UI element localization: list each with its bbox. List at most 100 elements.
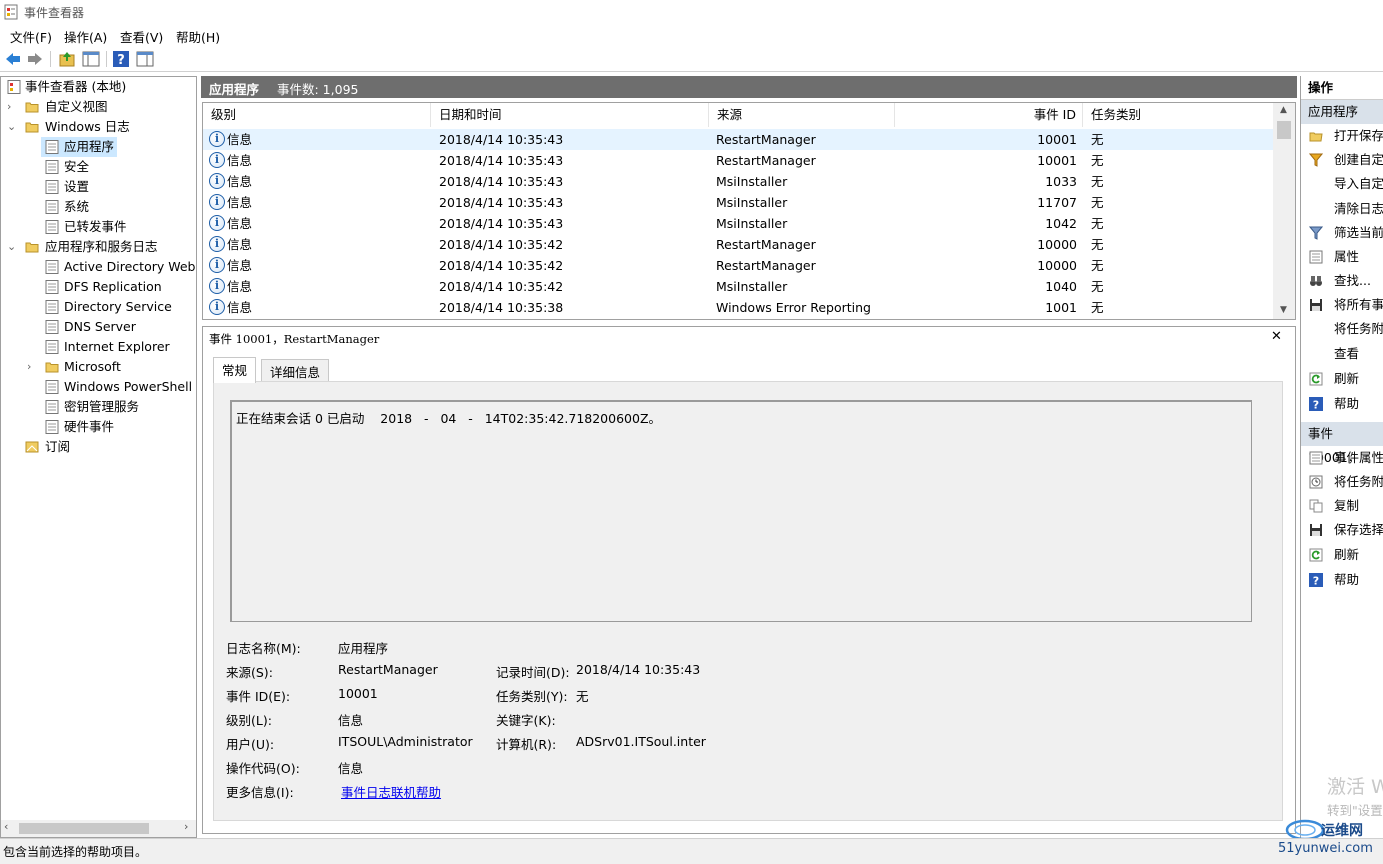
table-row[interactable]: i 信息 2018/4/14 10:35:43 RestartManager 1… bbox=[203, 129, 1273, 150]
action-attach-task[interactable]: 将任务附 bbox=[1301, 317, 1383, 341]
up-folder-icon[interactable] bbox=[58, 50, 76, 68]
field-label: 级别(L): bbox=[226, 713, 272, 728]
close-icon[interactable]: ✕ bbox=[1271, 329, 1282, 344]
action-save-all-events[interactable]: 将所有事 bbox=[1301, 293, 1383, 317]
filter-icon bbox=[1309, 153, 1323, 167]
action-properties[interactable]: 属性 bbox=[1301, 245, 1383, 269]
tree-item-key-management[interactable]: 密钥管理服务 bbox=[41, 397, 191, 417]
menu-bar: 文件(F) 操作(A) 查看(V) 帮助(H) bbox=[0, 24, 1383, 46]
table-row[interactable]: i 信息 2018/4/14 10:35:38 Windows Error Re… bbox=[203, 297, 1273, 318]
scrollbar-thumb[interactable] bbox=[19, 823, 149, 834]
event-message-box[interactable]: 正在结束会话 0 已启动 2018 - 04 - 14T02:35:42.718… bbox=[230, 400, 1252, 622]
tree-item-windows-logs[interactable]: ⌄ Windows 日志 bbox=[5, 117, 195, 137]
action-attach-task-event[interactable]: 将任务附 bbox=[1301, 470, 1383, 494]
tree-item-hardware-events[interactable]: 硬件事件 bbox=[41, 417, 191, 437]
collapse-chevron-icon[interactable]: ⌄ bbox=[7, 117, 16, 137]
tree-item-microsoft[interactable]: › Microsoft bbox=[23, 357, 191, 377]
table-row[interactable]: i 信息 2018/4/14 10:35:42 RestartManager 1… bbox=[203, 255, 1273, 276]
menu-help[interactable]: 帮助(H) bbox=[176, 27, 220, 46]
log-icon bbox=[45, 280, 59, 294]
action-import-custom-view[interactable]: 导入自定 bbox=[1301, 172, 1383, 196]
save-icon bbox=[1310, 299, 1322, 311]
show-action-pane-icon[interactable] bbox=[136, 50, 154, 68]
tree-item-dfs-replication[interactable]: DFS Replication bbox=[41, 277, 191, 297]
tree-item-security[interactable]: 安全 bbox=[41, 157, 191, 177]
menu-action[interactable]: 操作(A) bbox=[64, 27, 107, 46]
field-label: 事件 ID(E): bbox=[226, 689, 291, 704]
tree-horizontal-scrollbar[interactable]: ‹ › bbox=[1, 820, 196, 837]
column-datetime[interactable]: 日期和时间 bbox=[431, 103, 709, 127]
scroll-left-icon[interactable]: ‹ bbox=[4, 820, 8, 833]
event-list-vertical-scrollbar[interactable]: ▲ ▼ bbox=[1273, 103, 1295, 319]
tree-item-forwarded-events[interactable]: 已转发事件 bbox=[41, 217, 191, 237]
table-row[interactable]: i 信息 2018/4/14 10:35:42 MsiInstaller 104… bbox=[203, 276, 1273, 297]
online-help-link[interactable]: 事件日志联机帮助 bbox=[341, 782, 441, 801]
activation-watermark-title: 激活 W bbox=[1327, 776, 1383, 798]
column-source[interactable]: 来源 bbox=[709, 103, 895, 127]
column-task-category[interactable]: 任务类别 bbox=[1083, 103, 1273, 127]
action-help[interactable]: ? 帮助 bbox=[1301, 392, 1383, 416]
tree-item-windows-powershell[interactable]: Windows PowerShell bbox=[41, 377, 196, 397]
tree-item-directory-service[interactable]: Directory Service bbox=[41, 297, 191, 317]
properties-icon bbox=[1309, 451, 1323, 465]
action-save-selected[interactable]: 保存选择 bbox=[1301, 518, 1383, 542]
action-create-custom-view[interactable]: 创建自定 bbox=[1301, 148, 1383, 172]
table-row[interactable]: i 信息 2018/4/14 10:35:43 MsiInstaller 117… bbox=[203, 192, 1273, 213]
tree-item-root[interactable]: 事件查看器 (本地) bbox=[5, 77, 195, 97]
column-level[interactable]: 级别 bbox=[203, 103, 431, 127]
tree-item-setup[interactable]: 设置 bbox=[41, 177, 191, 197]
action-refresh[interactable]: 刷新 bbox=[1301, 367, 1383, 391]
field-label: 日志名称(M): bbox=[226, 641, 301, 656]
actions-section-event[interactable]: 事件 10001， bbox=[1301, 422, 1383, 465]
expand-chevron-icon[interactable]: › bbox=[7, 97, 11, 117]
log-icon bbox=[45, 420, 59, 434]
action-open-saved-log[interactable]: 打开保存的 bbox=[1301, 124, 1383, 148]
actions-header: 操作 bbox=[1301, 76, 1383, 100]
help-icon[interactable]: ? bbox=[112, 50, 130, 68]
collapse-chevron-icon[interactable]: ⌄ bbox=[7, 237, 16, 257]
tree-item-subscriptions[interactable]: 订阅 bbox=[5, 437, 195, 457]
menu-file[interactable]: 文件(F) bbox=[10, 27, 52, 46]
back-arrow-icon[interactable] bbox=[4, 50, 22, 68]
log-icon bbox=[45, 400, 59, 414]
field-value: 2018/4/14 10:35:43 bbox=[576, 662, 701, 677]
action-view[interactable]: 查看 bbox=[1301, 342, 1383, 366]
table-row[interactable]: i 信息 2018/4/14 10:35:42 RestartManager 1… bbox=[203, 234, 1273, 255]
tree-item-application[interactable]: 应用程序 bbox=[41, 137, 117, 157]
action-event-properties[interactable]: 事件属性 bbox=[1301, 446, 1383, 470]
tab-general[interactable]: 常规 bbox=[213, 357, 257, 383]
action-clear-log[interactable]: 清除日志 bbox=[1301, 197, 1383, 221]
event-count: 事件数: 1,095 bbox=[277, 82, 359, 97]
tree-item-internet-explorer[interactable]: Internet Explorer bbox=[41, 337, 191, 357]
event-message: 正在结束会话 0 已启动 2018 - 04 - 14T02:35:42.718… bbox=[236, 411, 662, 426]
expand-chevron-icon[interactable]: › bbox=[27, 357, 31, 377]
action-copy[interactable]: 复制 bbox=[1301, 494, 1383, 518]
scroll-right-icon[interactable]: › bbox=[184, 820, 188, 833]
status-text: 包含当前选择的帮助项目。 bbox=[3, 845, 148, 859]
field-label: 记录时间(D): bbox=[496, 665, 570, 680]
table-row[interactable]: i 信息 2018/4/14 10:35:43 MsiInstaller 103… bbox=[203, 171, 1273, 192]
tree-item-system[interactable]: 系统 bbox=[41, 197, 191, 217]
window-title: 事件查看器 bbox=[24, 6, 85, 20]
table-row[interactable]: i 信息 2018/4/14 10:35:43 RestartManager 1… bbox=[203, 150, 1273, 171]
tree-item-app-service-logs[interactable]: ⌄ 应用程序和服务日志 bbox=[5, 237, 195, 257]
scroll-up-icon[interactable]: ▲ bbox=[1280, 105, 1287, 115]
tree-item-adws[interactable]: Active Directory Web S bbox=[41, 257, 196, 277]
show-hide-tree-icon[interactable] bbox=[82, 50, 100, 68]
scroll-down-icon[interactable]: ▼ bbox=[1280, 305, 1287, 315]
action-refresh-event[interactable]: 刷新 bbox=[1301, 543, 1383, 567]
forward-arrow-icon[interactable] bbox=[26, 50, 44, 68]
action-help-event[interactable]: ? 帮助 bbox=[1301, 568, 1383, 592]
column-event-id[interactable]: 事件 ID bbox=[895, 103, 1083, 127]
tree-item-dns-server[interactable]: DNS Server bbox=[41, 317, 191, 337]
table-row[interactable]: i 信息 2018/4/14 10:35:43 MsiInstaller 104… bbox=[203, 213, 1273, 234]
tree-item-custom-views[interactable]: › 自定义视图 bbox=[5, 97, 195, 117]
action-filter-current-log[interactable]: 筛选当前 bbox=[1301, 221, 1383, 245]
actions-section-application[interactable]: 应用程序 bbox=[1301, 100, 1383, 124]
menu-view[interactable]: 查看(V) bbox=[120, 27, 163, 46]
tab-details[interactable]: 详细信息 bbox=[261, 359, 330, 383]
scrollbar-thumb[interactable] bbox=[1277, 121, 1291, 139]
folder-icon bbox=[45, 362, 59, 373]
action-find[interactable]: 查找... bbox=[1301, 269, 1383, 293]
subscriptions-icon bbox=[25, 441, 39, 453]
